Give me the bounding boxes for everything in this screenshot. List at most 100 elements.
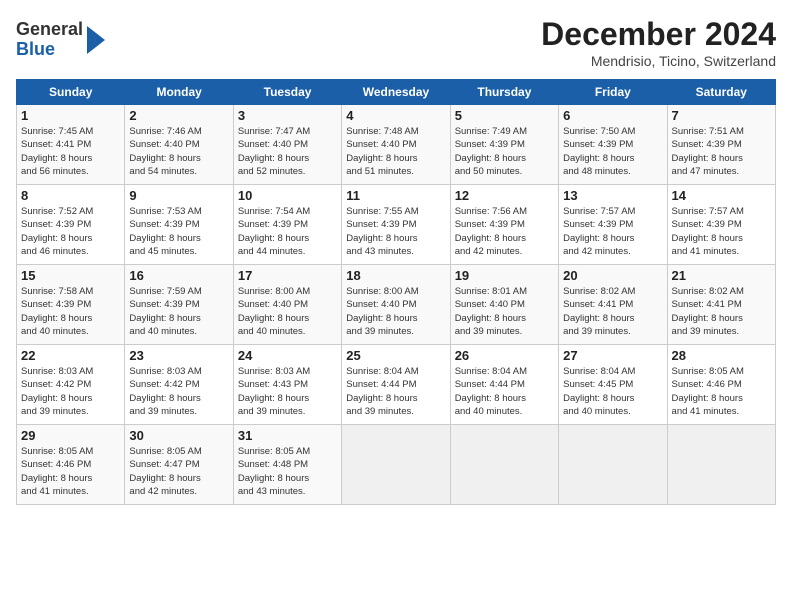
day-number: 5 xyxy=(455,108,554,123)
day-number: 17 xyxy=(238,268,337,283)
day-info: Sunrise: 7:46 AM Sunset: 4:40 PM Dayligh… xyxy=(129,125,228,178)
day-number: 30 xyxy=(129,428,228,443)
day-number: 22 xyxy=(21,348,120,363)
calendar-cell: 16 Sunrise: 7:59 AM Sunset: 4:39 PM Dayli… xyxy=(125,265,233,345)
day-info: Sunrise: 8:05 AM Sunset: 4:46 PM Dayligh… xyxy=(21,445,120,498)
day-number: 14 xyxy=(672,188,771,203)
logo: General Blue xyxy=(16,20,105,60)
calendar-cell: 13Sunrise: 7:57 AM Sunset: 4:39 PM Dayli… xyxy=(559,185,667,265)
logo-arrow-icon xyxy=(87,26,105,54)
day-info: Sunrise: 8:05 AM Sunset: 4:47 PM Dayligh… xyxy=(129,445,228,498)
calendar-cell: 15 Sunrise: 7:58 AM Sunset: 4:39 PM Dayli… xyxy=(17,265,125,345)
calendar-cell: 4 Sunrise: 7:48 AM Sunset: 4:40 PM Daylig… xyxy=(342,105,450,185)
calendar-cell: 23 Sunrise: 8:03 AM Sunset: 4:42 PM Dayli… xyxy=(125,345,233,425)
calendar-cell: 20 Sunrise: 8:02 AM Sunset: 4:41 PM Dayli… xyxy=(559,265,667,345)
day-info: Sunrise: 8:04 AM Sunset: 4:44 PM Dayligh… xyxy=(346,365,445,418)
day-number: 27 xyxy=(563,348,662,363)
day-info: Sunrise: 8:01 AM Sunset: 4:40 PM Dayligh… xyxy=(455,285,554,338)
day-number: 21 xyxy=(672,268,771,283)
header-wednesday: Wednesday xyxy=(342,80,450,105)
day-number: 23 xyxy=(129,348,228,363)
header: General Blue December 2024 Mendrisio, Ti… xyxy=(16,16,776,69)
day-info: Sunrise: 7:58 AM Sunset: 4:39 PM Dayligh… xyxy=(21,285,120,338)
calendar-cell: 5Sunrise: 7:49 AM Sunset: 4:39 PM Daylig… xyxy=(450,105,558,185)
day-info: Sunrise: 8:05 AM Sunset: 4:48 PM Dayligh… xyxy=(238,445,337,498)
calendar-cell xyxy=(342,425,450,505)
day-info: Sunrise: 7:48 AM Sunset: 4:40 PM Dayligh… xyxy=(346,125,445,178)
calendar-cell: 25 Sunrise: 8:04 AM Sunset: 4:44 PM Dayli… xyxy=(342,345,450,425)
day-info: Sunrise: 8:04 AM Sunset: 4:44 PM Dayligh… xyxy=(455,365,554,418)
calendar-cell: 1 Sunrise: 7:45 AM Sunset: 4:41 PM Daylig… xyxy=(17,105,125,185)
calendar-week-3: 22 Sunrise: 8:03 AM Sunset: 4:42 PM Dayli… xyxy=(17,345,776,425)
day-info: Sunrise: 7:57 AM Sunset: 4:39 PM Dayligh… xyxy=(672,205,771,258)
day-number: 13 xyxy=(563,188,662,203)
calendar-cell: 19 Sunrise: 8:01 AM Sunset: 4:40 PM Dayli… xyxy=(450,265,558,345)
day-info: Sunrise: 8:00 AM Sunset: 4:40 PM Dayligh… xyxy=(346,285,445,338)
location-subtitle: Mendrisio, Ticino, Switzerland xyxy=(541,53,776,69)
day-info: Sunrise: 7:55 AM Sunset: 4:39 PM Dayligh… xyxy=(346,205,445,258)
calendar-cell: 18 Sunrise: 8:00 AM Sunset: 4:40 PM Dayli… xyxy=(342,265,450,345)
calendar-cell: 10Sunrise: 7:54 AM Sunset: 4:39 PM Dayli… xyxy=(233,185,341,265)
day-info: Sunrise: 7:59 AM Sunset: 4:39 PM Dayligh… xyxy=(129,285,228,338)
calendar-cell: 26 Sunrise: 8:04 AM Sunset: 4:44 PM Dayli… xyxy=(450,345,558,425)
calendar-cell: 31 Sunrise: 8:05 AM Sunset: 4:48 PM Dayli… xyxy=(233,425,341,505)
logo-blue: Blue xyxy=(16,39,55,59)
calendar-cell: 2Sunrise: 7:46 AM Sunset: 4:40 PM Daylig… xyxy=(125,105,233,185)
calendar-cell xyxy=(559,425,667,505)
calendar-cell: 9 Sunrise: 7:53 AM Sunset: 4:39 PM Daylig… xyxy=(125,185,233,265)
day-number: 9 xyxy=(129,188,228,203)
day-number: 25 xyxy=(346,348,445,363)
calendar-week-0: 1 Sunrise: 7:45 AM Sunset: 4:41 PM Daylig… xyxy=(17,105,776,185)
day-number: 26 xyxy=(455,348,554,363)
day-number: 3 xyxy=(238,108,337,123)
day-number: 6 xyxy=(563,108,662,123)
day-number: 12 xyxy=(455,188,554,203)
day-info: Sunrise: 8:05 AM Sunset: 4:46 PM Dayligh… xyxy=(672,365,771,418)
calendar-cell: 27Sunrise: 8:04 AM Sunset: 4:45 PM Dayli… xyxy=(559,345,667,425)
day-number: 11 xyxy=(346,188,445,203)
calendar-cell: 8Sunrise: 7:52 AM Sunset: 4:39 PM Daylig… xyxy=(17,185,125,265)
day-number: 15 xyxy=(21,268,120,283)
day-info: Sunrise: 7:50 AM Sunset: 4:39 PM Dayligh… xyxy=(563,125,662,178)
day-info: Sunrise: 8:03 AM Sunset: 4:42 PM Dayligh… xyxy=(21,365,120,418)
month-year-title: December 2024 xyxy=(541,16,776,53)
day-info: Sunrise: 8:02 AM Sunset: 4:41 PM Dayligh… xyxy=(563,285,662,338)
calendar-cell: 28 Sunrise: 8:05 AM Sunset: 4:46 PM Dayli… xyxy=(667,345,775,425)
day-info: Sunrise: 7:56 AM Sunset: 4:39 PM Dayligh… xyxy=(455,205,554,258)
calendar-cell: 11 Sunrise: 7:55 AM Sunset: 4:39 PM Dayli… xyxy=(342,185,450,265)
header-saturday: Saturday xyxy=(667,80,775,105)
day-info: Sunrise: 7:51 AM Sunset: 4:39 PM Dayligh… xyxy=(672,125,771,178)
day-info: Sunrise: 7:47 AM Sunset: 4:40 PM Dayligh… xyxy=(238,125,337,178)
day-info: Sunrise: 7:52 AM Sunset: 4:39 PM Dayligh… xyxy=(21,205,120,258)
day-info: Sunrise: 7:45 AM Sunset: 4:41 PM Dayligh… xyxy=(21,125,120,178)
header-sunday: Sunday xyxy=(17,80,125,105)
day-number: 19 xyxy=(455,268,554,283)
calendar-header-row: SundayMondayTuesdayWednesdayThursdayFrid… xyxy=(17,80,776,105)
day-number: 18 xyxy=(346,268,445,283)
header-monday: Monday xyxy=(125,80,233,105)
title-area: December 2024 Mendrisio, Ticino, Switzer… xyxy=(541,16,776,69)
day-number: 1 xyxy=(21,108,120,123)
day-number: 28 xyxy=(672,348,771,363)
header-thursday: Thursday xyxy=(450,80,558,105)
calendar-week-1: 8Sunrise: 7:52 AM Sunset: 4:39 PM Daylig… xyxy=(17,185,776,265)
calendar-cell: 7Sunrise: 7:51 AM Sunset: 4:39 PM Daylig… xyxy=(667,105,775,185)
header-tuesday: Tuesday xyxy=(233,80,341,105)
calendar-cell: 3 Sunrise: 7:47 AM Sunset: 4:40 PM Daylig… xyxy=(233,105,341,185)
day-number: 16 xyxy=(129,268,228,283)
calendar-cell xyxy=(667,425,775,505)
day-number: 20 xyxy=(563,268,662,283)
day-info: Sunrise: 8:03 AM Sunset: 4:43 PM Dayligh… xyxy=(238,365,337,418)
day-number: 29 xyxy=(21,428,120,443)
day-number: 4 xyxy=(346,108,445,123)
calendar-cell: 30 Sunrise: 8:05 AM Sunset: 4:47 PM Dayli… xyxy=(125,425,233,505)
calendar-week-2: 15 Sunrise: 7:58 AM Sunset: 4:39 PM Dayli… xyxy=(17,265,776,345)
day-info: Sunrise: 8:03 AM Sunset: 4:42 PM Dayligh… xyxy=(129,365,228,418)
calendar-cell: 12 Sunrise: 7:56 AM Sunset: 4:39 PM Dayli… xyxy=(450,185,558,265)
header-friday: Friday xyxy=(559,80,667,105)
day-number: 31 xyxy=(238,428,337,443)
calendar-cell: 24Sunrise: 8:03 AM Sunset: 4:43 PM Dayli… xyxy=(233,345,341,425)
day-info: Sunrise: 7:53 AM Sunset: 4:39 PM Dayligh… xyxy=(129,205,228,258)
calendar-cell: 17Sunrise: 8:00 AM Sunset: 4:40 PM Dayli… xyxy=(233,265,341,345)
calendar-cell: 14 Sunrise: 7:57 AM Sunset: 4:39 PM Dayli… xyxy=(667,185,775,265)
